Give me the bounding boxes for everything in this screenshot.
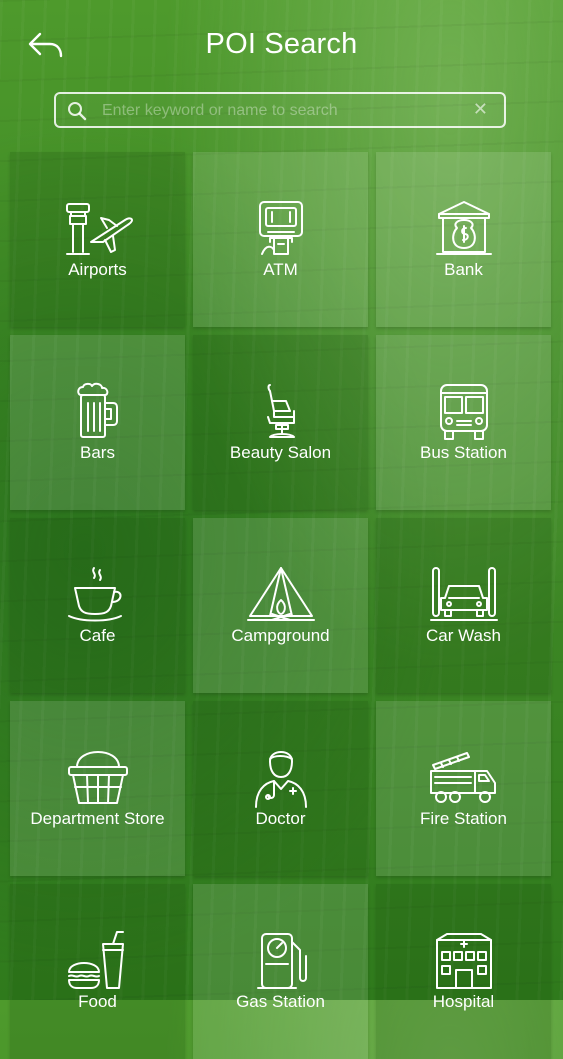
category-label: Food <box>78 992 117 1011</box>
category-label: Bus Station <box>420 443 507 462</box>
category-label: Fire Station <box>420 809 507 828</box>
category-label: Bank <box>444 260 483 279</box>
car-wash-icon <box>429 567 498 621</box>
atm-icon <box>258 201 303 255</box>
page-title: POI Search <box>205 28 358 60</box>
salon-chair-icon <box>266 384 295 438</box>
category-car-wash[interactable]: Car Wash <box>376 518 551 693</box>
category-label: Department Store <box>30 809 165 828</box>
fire-truck-icon <box>429 752 496 803</box>
fast-food-icon <box>67 931 124 989</box>
category-label: Gas Station <box>236 992 325 1011</box>
beer-mug-icon <box>76 382 118 438</box>
clear-icon[interactable]: ✕ <box>473 99 488 120</box>
bank-icon <box>435 201 492 255</box>
category-label: ATM <box>263 260 298 279</box>
category-label: Car Wash <box>426 626 501 645</box>
category-bus-station[interactable]: Bus Station <box>376 335 551 510</box>
category-label: Campground <box>231 626 330 645</box>
tent-icon <box>246 567 315 621</box>
gas-pump-icon <box>256 933 307 989</box>
category-campground[interactable]: Campground <box>193 518 368 693</box>
search-input[interactable] <box>100 96 464 126</box>
category-hospital[interactable]: Hospital <box>376 884 551 1059</box>
category-cafe[interactable]: Cafe <box>10 518 185 693</box>
category-fire-station[interactable]: Fire Station <box>376 701 551 876</box>
category-label: Cafe <box>79 626 116 645</box>
category-label: Bars <box>80 443 115 462</box>
category-gas-station[interactable]: Gas Station <box>193 884 368 1059</box>
category-label: Airports <box>68 260 127 279</box>
search-icon <box>68 102 87 121</box>
category-beauty-salon[interactable]: Beauty Salon <box>193 335 368 510</box>
category-label: Hospital <box>432 992 495 1011</box>
category-label: Beauty Salon <box>229 443 332 462</box>
category-grid: Airports ATM Bank Bars Beauty Salon Bus … <box>10 152 552 1059</box>
category-bars[interactable]: Bars <box>10 335 185 510</box>
search-bar[interactable]: ✕ <box>54 92 506 128</box>
category-doctor[interactable]: Doctor <box>193 701 368 876</box>
category-bank[interactable]: Bank <box>376 152 551 327</box>
category-food[interactable]: Food <box>10 884 185 1059</box>
category-atm[interactable]: ATM <box>193 152 368 327</box>
airport-icon <box>65 203 133 255</box>
category-label: Doctor <box>255 809 306 828</box>
bus-icon <box>439 384 488 440</box>
basket-icon <box>67 751 128 804</box>
header: POI Search <box>0 0 563 90</box>
category-department-store[interactable]: Department Store <box>10 701 185 876</box>
category-airports[interactable]: Airports <box>10 152 185 327</box>
doctor-icon <box>254 751 307 808</box>
coffee-cup-icon <box>67 567 122 622</box>
hospital-icon <box>435 933 492 989</box>
